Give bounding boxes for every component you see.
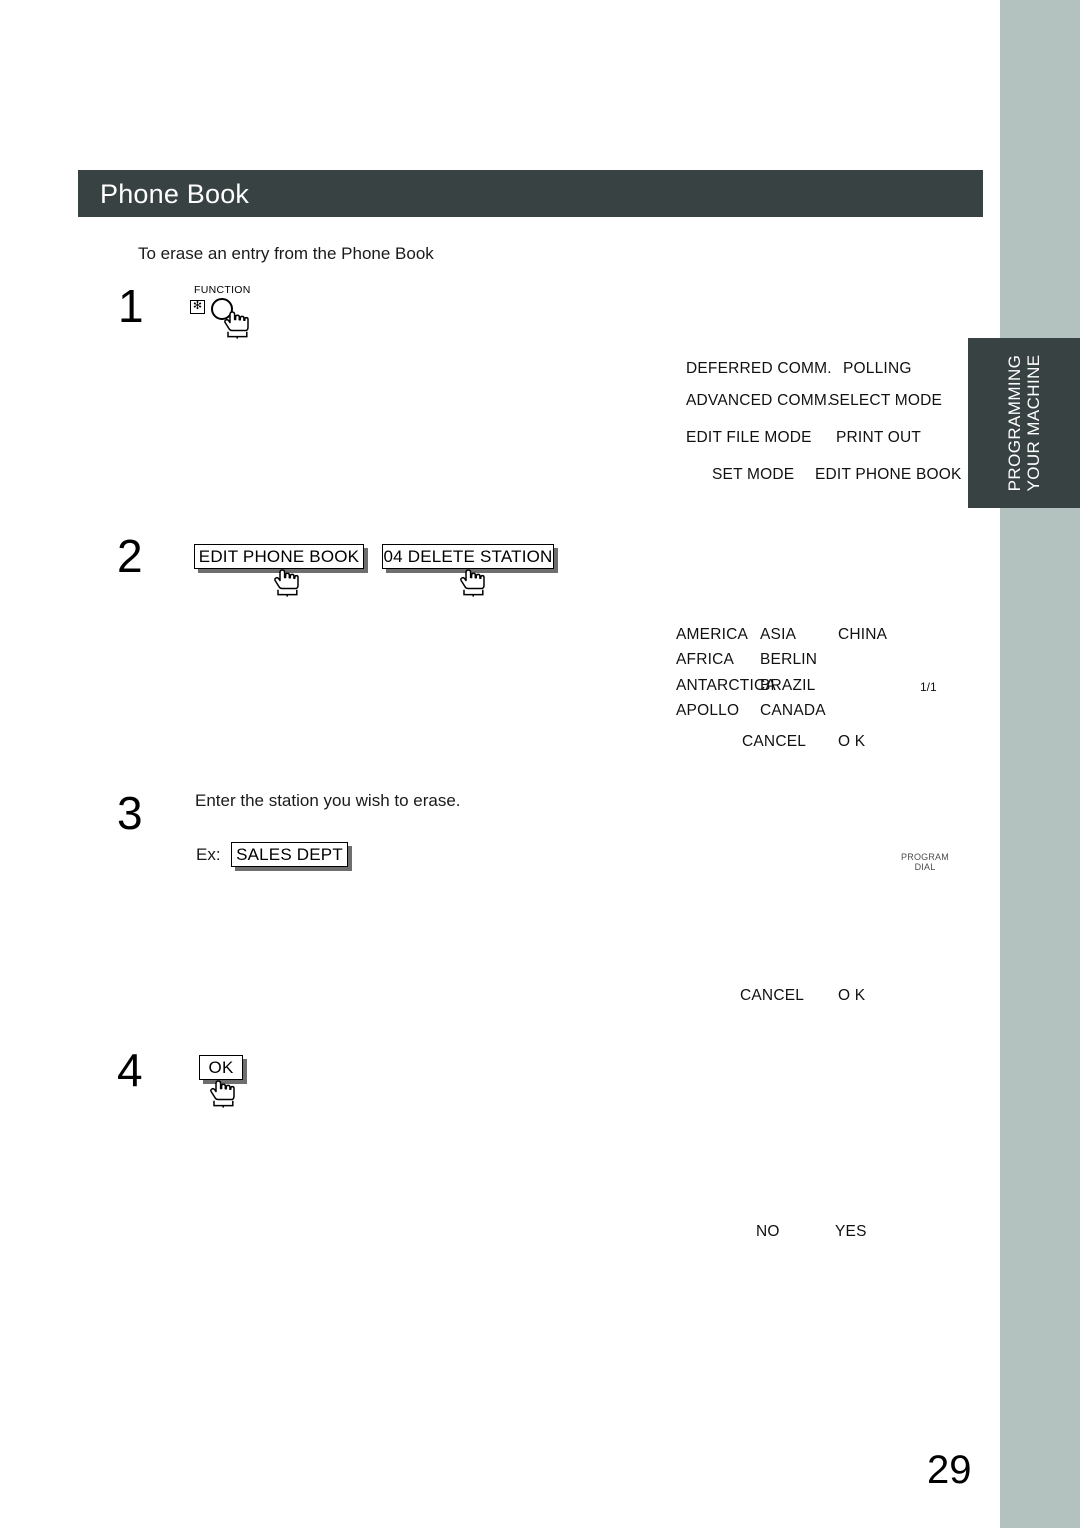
menu-item-polling[interactable]: POLLING <box>843 360 912 378</box>
station-brazil[interactable]: BRAZIL <box>760 677 815 695</box>
section-tab: PROGRAMMING YOUR MACHINE <box>968 338 1080 508</box>
function-key-label: FUNCTION <box>194 284 251 296</box>
softkey-no[interactable]: NO <box>756 1223 780 1241</box>
menu-item-advanced-comm[interactable]: ADVANCED COMM. <box>686 392 831 410</box>
menu-item-edit-phone-book[interactable]: EDIT PHONE BOOK <box>815 466 962 484</box>
step-number-2: 2 <box>117 530 143 582</box>
program-dial-label: PROGRAM DIAL <box>895 852 955 872</box>
page-number: 29 <box>927 1448 972 1492</box>
page-title: Phone Book <box>100 179 250 209</box>
station-canada[interactable]: CANADA <box>760 702 826 720</box>
softkey-ok[interactable]: O K <box>838 733 865 751</box>
softkey-cancel[interactable]: CANCEL <box>742 733 806 751</box>
step-number-1: 1 <box>118 280 144 332</box>
station-apollo[interactable]: APOLLO <box>676 702 739 720</box>
step-number-3: 3 <box>117 787 143 839</box>
pointing-hand-icon <box>458 567 486 597</box>
menu-item-deferred-comm[interactable]: DEFERRED COMM. <box>686 360 832 378</box>
menu-item-print-out[interactable]: PRINT OUT <box>836 429 921 447</box>
softkey-yes[interactable]: YES <box>835 1223 867 1241</box>
sales-dept-button[interactable]: SALES DEPT <box>231 842 348 867</box>
step-number-4: 4 <box>117 1044 143 1096</box>
step-3-instruction: Enter the station you wish to erase. <box>195 791 461 810</box>
station-berlin[interactable]: BERLIN <box>760 651 817 669</box>
edit-phone-book-button[interactable]: EDIT PHONE BOOK <box>194 544 364 569</box>
section-tab-line-1: PROGRAMMING <box>1004 354 1024 492</box>
softkey-cancel[interactable]: CANCEL <box>740 987 804 1005</box>
ok-button[interactable]: OK <box>199 1055 243 1080</box>
pointing-hand-icon <box>208 1078 236 1108</box>
page-edge-strip <box>1000 0 1080 1528</box>
delete-station-button[interactable]: 04 DELETE STATION <box>382 544 554 569</box>
example-prefix: Ex: <box>196 845 221 864</box>
softkey-ok[interactable]: O K <box>838 987 865 1005</box>
page-indicator: 1/1 <box>920 680 937 694</box>
menu-item-set-mode[interactable]: SET MODE <box>712 466 794 484</box>
asterisk-key-icon[interactable]: ✻ <box>190 300 205 314</box>
station-china[interactable]: CHINA <box>838 626 887 644</box>
station-america[interactable]: AMERICA <box>676 626 748 644</box>
page-header-bar: Phone Book <box>78 170 983 217</box>
intro-text: To erase an entry from the Phone Book <box>138 244 434 263</box>
pointing-hand-icon <box>222 309 250 339</box>
menu-item-edit-file-mode[interactable]: EDIT FILE MODE <box>686 429 812 447</box>
menu-item-select-mode[interactable]: SELECT MODE <box>829 392 942 410</box>
program-dial-label-line-2: DIAL <box>914 862 936 873</box>
section-tab-line-2: YOUR MACHINE <box>1024 354 1043 492</box>
station-asia[interactable]: ASIA <box>760 626 796 644</box>
station-africa[interactable]: AFRICA <box>676 651 734 669</box>
pointing-hand-icon <box>272 567 300 597</box>
program-dial-label-line-1: PROGRAM <box>901 852 949 862</box>
